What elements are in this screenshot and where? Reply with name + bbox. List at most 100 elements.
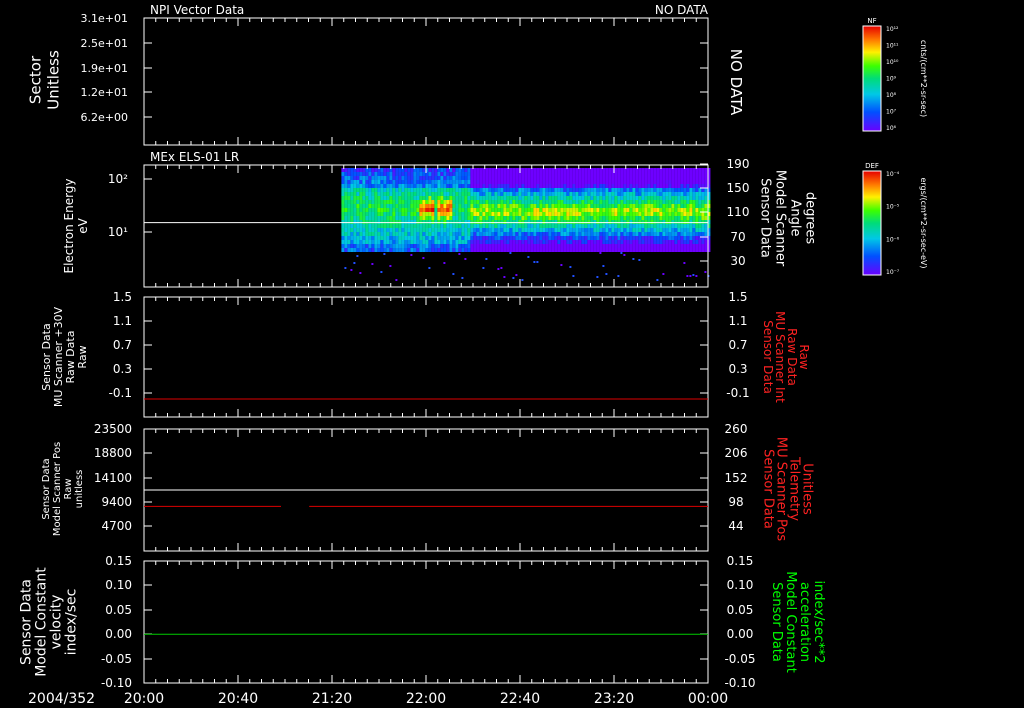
els-cell [503, 208, 507, 212]
els-cell [632, 240, 636, 244]
els-cell [659, 204, 663, 208]
els-cell [551, 232, 555, 236]
els-cell [386, 236, 390, 240]
els-cell [656, 216, 660, 220]
els-cell [662, 224, 666, 228]
els-cell [407, 228, 411, 232]
els-cell [428, 180, 432, 184]
els-cell [431, 224, 435, 228]
panel-modelconst-frame [143, 560, 709, 684]
els-cell [446, 240, 450, 244]
els-cell [566, 212, 570, 216]
els-cell [347, 220, 351, 224]
els-cell [533, 228, 537, 232]
els-cell [362, 196, 366, 200]
els-cell [359, 248, 363, 252]
els-cell [536, 228, 540, 232]
els-cell [566, 228, 570, 232]
els-cell [530, 232, 534, 236]
els-cell [629, 240, 633, 244]
els-cell [383, 200, 387, 204]
els-cell [404, 212, 408, 216]
els-cell [518, 208, 522, 212]
els-cell [431, 248, 435, 252]
els-cell [677, 196, 681, 200]
els-cell [434, 192, 438, 196]
els-cell [485, 212, 489, 216]
els-cell [581, 196, 585, 200]
colorbar-unit-text: cnts/(cm**2-sr-sec) [919, 40, 928, 117]
els-cell [653, 216, 657, 220]
els-cell [602, 200, 606, 204]
els-cell [644, 220, 648, 224]
els-cell [401, 212, 405, 216]
els-cell [524, 248, 528, 252]
els-cell [548, 192, 552, 196]
els-cell [392, 236, 396, 240]
els-cell [632, 248, 636, 252]
els-cell [428, 176, 432, 180]
els-cell [539, 228, 543, 232]
els-cell [527, 204, 531, 208]
els-cell [617, 188, 621, 192]
els-cell [662, 232, 666, 236]
els-cell [614, 224, 618, 228]
els-cell [575, 224, 579, 228]
els-cell [413, 220, 417, 224]
els-cell [605, 224, 609, 228]
els-cell [437, 180, 441, 184]
els-cell [677, 180, 681, 184]
els-cell [611, 248, 615, 252]
els-cell [605, 196, 609, 200]
els-cell [605, 204, 609, 208]
els-cell [497, 176, 501, 180]
els-cell [677, 200, 681, 204]
els-cell [620, 216, 624, 220]
els-cell [404, 220, 408, 224]
els-cell [653, 200, 657, 204]
els-cell [404, 228, 408, 232]
els-cell [530, 184, 534, 188]
els-cell [698, 248, 702, 252]
els-cell [611, 192, 615, 196]
els-cell [587, 212, 591, 216]
els-cell [536, 224, 540, 228]
els-cell [686, 208, 690, 212]
els-cell [656, 204, 660, 208]
els-cell [566, 248, 570, 252]
els-cell [644, 216, 648, 220]
els-cell [494, 216, 498, 220]
els-cell [404, 208, 408, 212]
els-cell [662, 192, 666, 196]
els-cell [503, 240, 507, 244]
els-cell [701, 200, 705, 204]
els-cell [341, 184, 345, 188]
els-cell [458, 224, 462, 228]
els-cell [437, 212, 441, 216]
els-cell [422, 216, 426, 220]
els-cell [359, 208, 363, 212]
els-cell [470, 208, 474, 212]
els-cell [431, 192, 435, 196]
els-cell [596, 224, 600, 228]
els-cell [665, 204, 669, 208]
els-cell [341, 172, 345, 176]
els-cell [581, 224, 585, 228]
els-cell [410, 200, 414, 204]
colorbar-tick-label: 10⁻⁶ [886, 236, 900, 243]
els-cell [692, 208, 696, 212]
els-cell [494, 200, 498, 204]
els-cell [389, 200, 393, 204]
els-cell [374, 208, 378, 212]
els-low-dot [521, 279, 524, 281]
els-cell [584, 196, 588, 200]
els-cell [635, 244, 639, 248]
scannerpos-ytick-label: 9400 [101, 495, 132, 509]
els-cell [413, 216, 417, 220]
els-cell [662, 240, 666, 244]
els-cell [629, 180, 633, 184]
els-cell [362, 180, 366, 184]
els-cell [368, 168, 372, 172]
els-cell [590, 196, 594, 200]
els-cell [341, 228, 345, 232]
